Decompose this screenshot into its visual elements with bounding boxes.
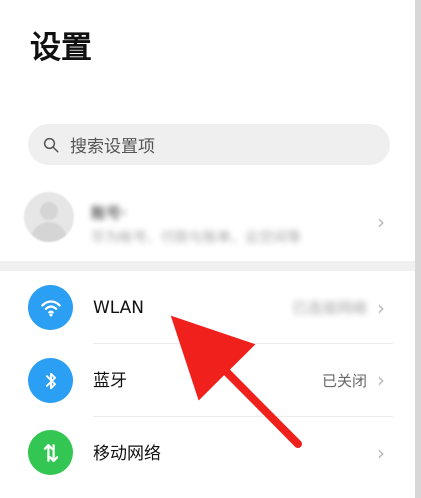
bluetooth-status: 已关闭 [321, 372, 367, 390]
chevron-right-icon: › [377, 210, 385, 234]
account-profile-item[interactable]: 账号· 华为帐号、付款与账单、云空间等 › [0, 182, 415, 258]
mobile-network-icon [28, 430, 73, 475]
account-name-blurred: 账号· [91, 204, 127, 222]
bluetooth-icon [28, 358, 73, 403]
row-divider [93, 343, 393, 344]
account-subtitle-blurred: 华为帐号、付款与账单、云空间等 [91, 230, 301, 246]
search-icon [43, 137, 59, 152]
screen-edge [415, 0, 421, 498]
search-input[interactable]: 搜索设置项 [28, 124, 390, 165]
wlan-status-blurred: 已连接网络 [291, 299, 367, 317]
mobile-network-label: 移动网络 [93, 444, 161, 464]
chevron-right-icon: › [377, 368, 385, 392]
avatar [24, 192, 74, 242]
search-placeholder: 搜索设置项 [70, 137, 155, 157]
chevron-right-icon: › [377, 296, 385, 320]
settings-screen: 设置 搜索设置项 账号· 华为帐号、付款与账单、云空间等 › WLAN 已连接网… [0, 0, 421, 498]
section-separator [0, 261, 415, 271]
settings-item-mobile-network[interactable]: 移动网络 › [0, 419, 415, 487]
row-divider [93, 416, 393, 417]
chevron-right-icon: › [377, 441, 385, 465]
settings-item-bluetooth[interactable]: 蓝牙 已关闭 › [0, 346, 415, 414]
bluetooth-label: 蓝牙 [93, 371, 127, 391]
wlan-label: WLAN [93, 298, 145, 318]
settings-item-wlan[interactable]: WLAN 已连接网络 › [0, 274, 415, 342]
wifi-icon [28, 285, 73, 330]
page-title: 设置 [30, 30, 92, 66]
